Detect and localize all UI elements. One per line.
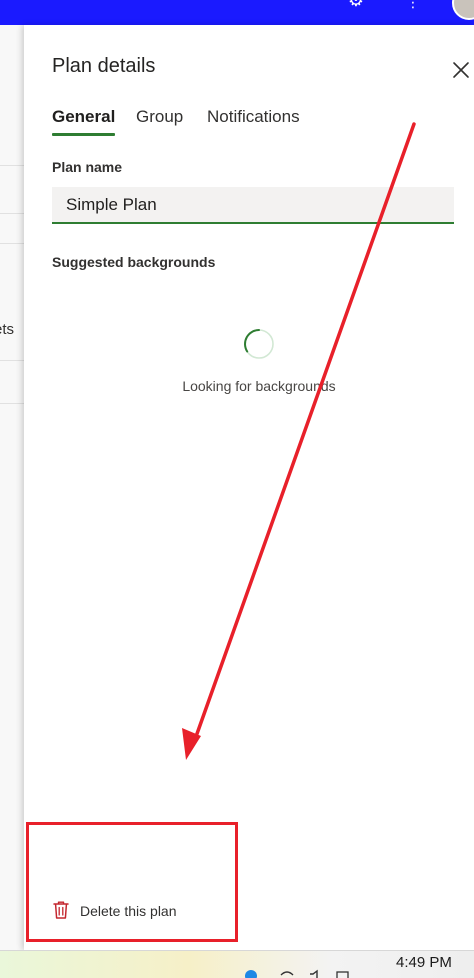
battery-icon[interactable]	[336, 969, 350, 978]
plan-details-panel: Plan details General Group Notifications…	[24, 25, 474, 950]
divider	[0, 243, 24, 244]
tab-notifications[interactable]: Notifications	[207, 107, 300, 133]
taskbar-clock[interactable]: 4:49 PM	[396, 954, 452, 971]
background-partial-text: ets	[0, 321, 15, 338]
plan-name-input[interactable]	[52, 187, 454, 224]
divider	[0, 403, 24, 404]
suggested-backgrounds-label: Suggested backgrounds	[52, 254, 216, 270]
trash-icon	[53, 901, 69, 919]
taskbar: 4:49 PM	[0, 950, 474, 978]
divider	[0, 165, 24, 166]
volume-icon[interactable]	[308, 969, 322, 978]
app-top-bar: ⚙ ⋮	[0, 0, 474, 25]
loading-backgrounds-text: Looking for backgrounds	[182, 378, 336, 394]
tab-group[interactable]: Group	[136, 107, 183, 133]
tab-general[interactable]: General	[52, 107, 116, 136]
panel-title: Plan details	[52, 55, 156, 77]
divider	[0, 213, 24, 214]
delete-plan-label: Delete this plan	[80, 903, 177, 919]
close-icon[interactable]	[452, 61, 470, 79]
divider	[0, 360, 24, 361]
spinner-icon	[244, 329, 274, 359]
plan-name-label: Plan name	[52, 159, 123, 175]
network-icon[interactable]	[280, 969, 294, 978]
app-tray-icon[interactable]	[244, 969, 258, 978]
gear-icon[interactable]: ⚙	[346, 0, 366, 10]
more-vertical-icon[interactable]: ⋮	[406, 0, 420, 10]
avatar[interactable]	[452, 0, 474, 20]
background-page: ets	[0, 25, 24, 950]
